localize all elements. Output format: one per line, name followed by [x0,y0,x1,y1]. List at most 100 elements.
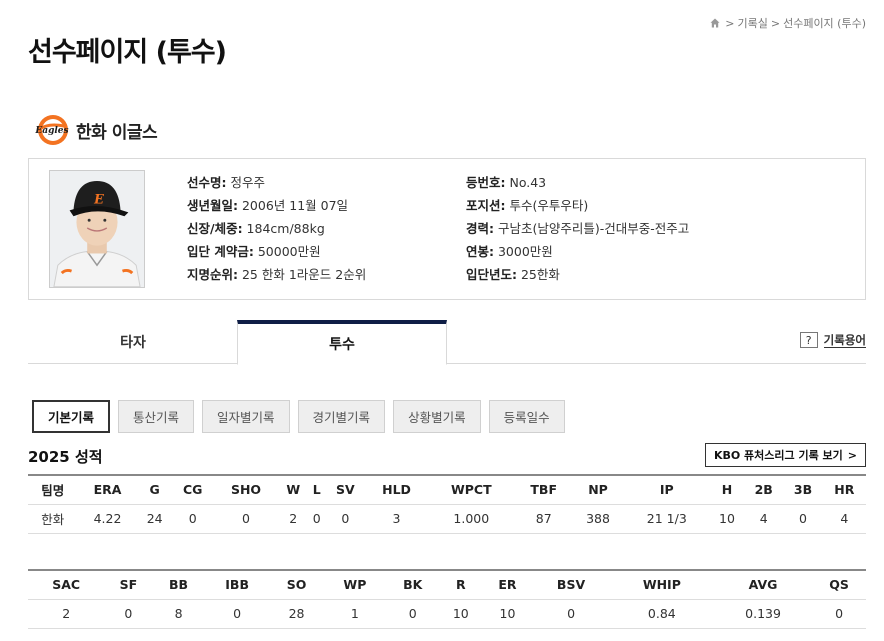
svg-text:E: E [93,192,104,207]
table-cell: 1 [323,599,387,629]
column-header: SO [269,569,324,600]
profile-birthdate: 생년월일: 2006년 11월 07일 [187,198,349,213]
table-cell: 0 [204,599,270,629]
table-cell: 388 [572,504,624,534]
subtab-registration[interactable]: 등록일수 [488,400,565,433]
column-header: W [278,474,309,505]
column-header: HR [822,474,866,505]
breadcrumb-separator: > [725,16,735,30]
column-header: H [709,474,745,505]
column-header: ER [482,569,533,600]
profile-right-column: 등번호: No.43 포지션: 투수(우투우타) 경력: 구남초(남양주리틀)-… [466,171,689,286]
table-cell: 1.000 [427,504,516,534]
column-header: SV [325,474,366,505]
table-cell: 0.84 [609,599,714,629]
table-cell: 0 [104,599,153,629]
column-header: R [439,569,483,600]
subtab-career[interactable]: 통산기록 [118,400,195,433]
column-header: BK [386,569,439,600]
tab-pitcher[interactable]: 투수 [237,320,447,365]
glossary-label: 기록용어 [823,332,866,348]
table-cell: 21 1/3 [623,504,710,534]
tab-batter[interactable]: 타자 [28,320,238,364]
column-header: HLD [365,474,428,505]
player-info-box: E 선수명: 정우주 생년월일: 2006년 11월 07일 신장/체중: 18… [28,158,866,300]
column-header: SAC [28,569,105,600]
table-cell: 0.139 [714,599,813,629]
table-cell: 4 [744,504,784,534]
table-cell: 0 [171,504,214,534]
player-type-tabs: 타자 투수 ? 기록용어 [28,320,866,365]
subtab-game[interactable]: 경기별기록 [297,400,386,433]
column-header: BB [152,569,205,600]
profile-draft: 지명순위: 25 한화 1라운드 2순위 [187,267,367,282]
stats-table-extended: SAC SF BB IBB SO WP BK R ER BSV WHIP AVG QS 2 0 8 0 28 1 0… [28,569,866,629]
table-cell: 10 [709,504,745,534]
team-name: 한화 이글스 [76,122,158,143]
column-header: ERA [77,474,138,505]
profile-salary: 연봉: 3000만원 [466,244,553,259]
table-row: 2 0 8 0 28 1 0 10 10 0 0.84 0.139 0 [28,599,866,629]
breadcrumb-current: 선수페이지 (투수) [783,17,866,30]
team-header: Eagles 한화 이글스 [34,113,158,147]
table-cell: 0 [532,599,610,629]
subtab-basic[interactable]: 기본기록 [32,400,111,433]
column-header: L [308,474,326,505]
column-header: IP [623,474,710,505]
table-cell: 0 [812,599,866,629]
profile-join-year: 입단년도: 25한화 [466,267,560,282]
table-cell: 8 [152,599,205,629]
table-cell: 3 [365,504,428,534]
futures-league-button[interactable]: KBO 퓨처스리그 기록 보기 > [704,443,866,467]
page-title: 선수페이지 (투수) [28,37,227,68]
column-header: NP [572,474,624,505]
column-header: AVG [714,569,813,600]
table-cell: 0 [386,599,439,629]
table-cell: 2 [278,504,309,534]
table-cell: 4.22 [77,504,138,534]
record-subtabs: 기본기록 통산기록 일자별기록 경기별기록 상황별기록 등록일수 [32,400,565,433]
table-cell: 4 [822,504,866,534]
glossary-link[interactable]: ? 기록용어 [799,332,866,348]
table-cell: 87 [515,504,573,534]
profile-number: 등번호: No.43 [466,175,547,190]
futures-button-label: KBO 퓨처스리그 기록 보기 [713,449,843,462]
profile-name: 선수명: 정우주 [187,175,265,190]
breadcrumb-separator: > [770,16,781,30]
season-title: 2025 성적 [28,448,103,466]
profile-height-weight: 신장/체중: 184cm/88kg [187,221,325,236]
table-row: 한화 4.22 24 0 0 2 0 0 3 1.000 87 388 21 1/3 10 4 0 4 [28,504,866,534]
subtab-situation[interactable]: 상황별기록 [393,400,481,433]
breadcrumb-records[interactable]: 기록실 [737,15,767,31]
column-header: WP [323,569,387,600]
column-header: 3B [783,474,823,505]
table-cell: 0 [308,504,326,534]
table-header-row: 팀명 ERA G CG SHO W L SV HLD WPCT TBF NP IP H 2B 3B HR [28,474,866,505]
profile-signing-bonus: 입단 계약금: 50000만원 [187,244,321,259]
column-header: 2B [744,474,784,505]
table-cell: 28 [269,599,324,629]
column-header: SF [104,569,153,600]
table-cell: 2 [28,599,105,629]
column-header: SHO [213,474,279,505]
table-cell: 한화 [28,504,78,534]
team-logo-text: Eagles [34,126,68,136]
column-header: WPCT [427,474,516,505]
subtab-daily[interactable]: 일자별기록 [202,400,290,433]
chevron-right-icon: > [847,448,857,462]
home-icon[interactable] [710,18,720,28]
question-icon: ? [799,332,818,348]
column-header: QS [812,569,866,600]
column-header: BSV [532,569,610,600]
table-cell: 10 [439,599,483,629]
profile-left-column: 선수명: 정우주 생년월일: 2006년 11월 07일 신장/체중: 184c… [187,171,366,286]
column-header: IBB [204,569,270,600]
table-cell: 0 [213,504,279,534]
table-cell: 0 [325,504,366,534]
column-header: TBF [515,474,573,505]
table-cell: 10 [482,599,533,629]
column-header: CG [171,474,214,505]
player-photo: E [49,170,145,288]
profile-career: 경력: 구남초(남양주리틀)-건대부중-전주고 [466,221,690,236]
table-cell: 24 [137,504,172,534]
